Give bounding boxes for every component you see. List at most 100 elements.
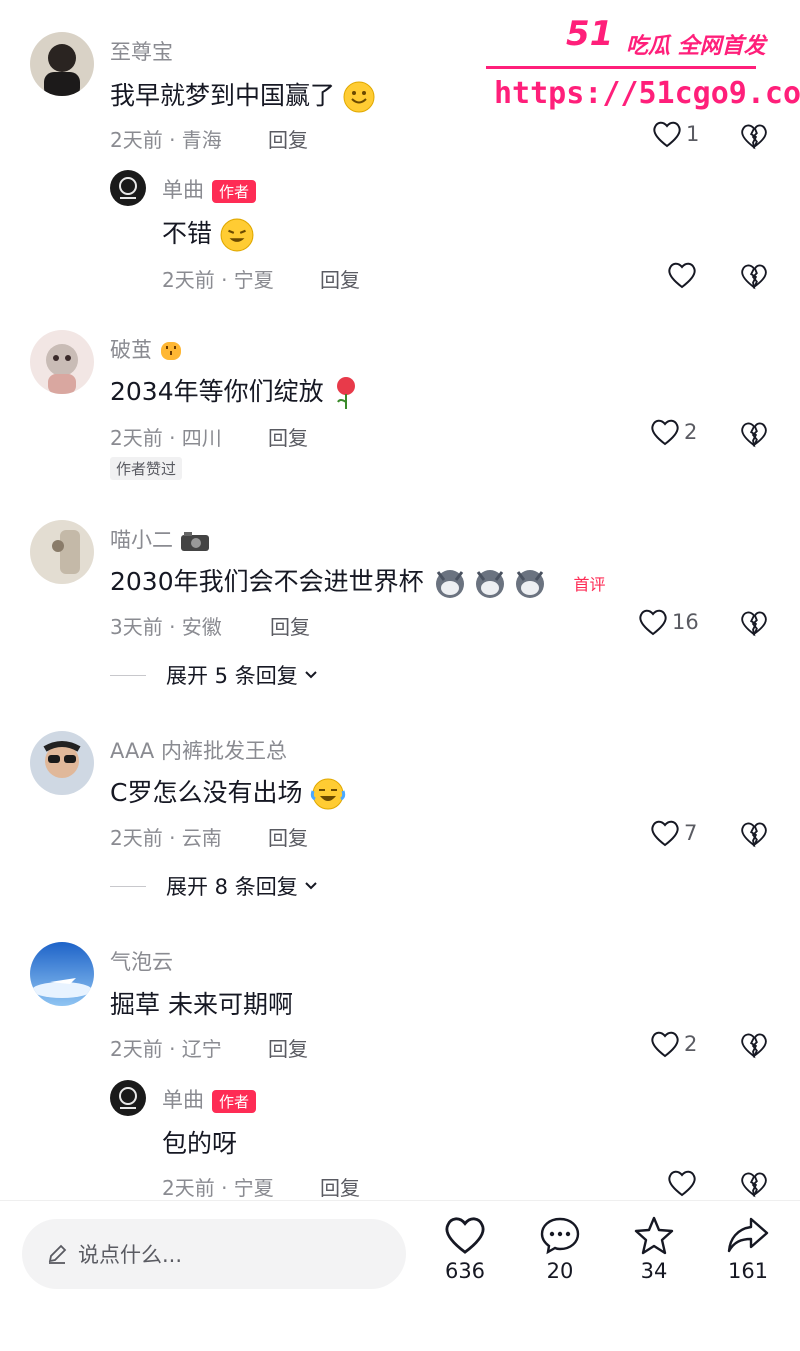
dislike-button[interactable] <box>740 262 768 294</box>
comment-username[interactable]: 喵小二 <box>110 528 173 552</box>
first-comment-tag: 首评 <box>573 575 606 594</box>
comment-username[interactable]: AAA 内裤批发王总 <box>110 735 287 765</box>
reply-username-row: 单曲 作者 <box>162 174 257 204</box>
bottom-action-bar: 说点什么... 636 20 34 161 <box>0 1200 800 1351</box>
watermark-divider <box>486 66 756 69</box>
like-button[interactable] <box>667 261 697 289</box>
comment-meta: 2天前 · 青海 <box>110 128 222 152</box>
comment-username-row: 破茧 <box>110 334 183 364</box>
heart-icon <box>651 419 679 446</box>
comment-text: 我早就梦到中国赢了 <box>110 76 375 113</box>
avatar[interactable] <box>110 1080 146 1116</box>
comment-username[interactable]: 至尊宝 <box>110 36 173 66</box>
avatar[interactable] <box>30 731 94 795</box>
comment-username[interactable]: 气泡云 <box>110 946 173 976</box>
star-icon <box>634 1216 674 1255</box>
reply-meta: 2天前 · 宁夏 <box>162 268 274 292</box>
comments-total-button[interactable]: 20 <box>520 1215 600 1283</box>
comment-meta: 2天前 · 辽宁 <box>110 1037 222 1061</box>
comment-text: 掘草 未来可期啊 <box>110 990 293 1019</box>
comment-username[interactable]: 破茧 <box>110 338 152 362</box>
watermark-url: https://51cgo9.com <box>494 76 800 111</box>
heart-icon <box>651 820 679 847</box>
heart-icon <box>653 121 681 148</box>
reply-button[interactable]: 回复 <box>320 264 360 293</box>
reply-username-row: 单曲 作者 <box>162 1084 257 1114</box>
expand-divider <box>110 674 146 676</box>
favorite-button[interactable]: 34 <box>614 1215 694 1283</box>
reply-username[interactable]: 单曲 <box>162 178 204 202</box>
author-badge: 作者 <box>212 1089 257 1113</box>
comment-meta: 3天前 · 安徽 <box>110 615 222 639</box>
heart-icon <box>445 1217 485 1254</box>
like-count: 2 <box>684 1032 698 1056</box>
heart-icon <box>668 262 696 289</box>
comments-total-count: 20 <box>546 1259 574 1283</box>
dislike-button[interactable] <box>740 609 768 641</box>
like-button[interactable]: 16 <box>638 608 699 636</box>
reply-button[interactable]: 回复 <box>268 124 308 153</box>
comment-input-placeholder: 说点什么... <box>78 1243 183 1267</box>
avatar[interactable] <box>30 330 94 394</box>
dog-emoji-icon <box>435 570 544 598</box>
reply-button[interactable]: 回复 <box>270 611 310 640</box>
share-button[interactable]: 161 <box>708 1215 788 1283</box>
smile-emoji-icon <box>343 81 375 113</box>
chat-bubble-icon <box>540 1217 580 1255</box>
broken-heart-icon <box>741 422 767 448</box>
comment-text: 2030年我们会不会进世界杯 首评 <box>110 562 606 600</box>
broken-heart-icon <box>741 611 767 637</box>
broken-heart-icon <box>741 822 767 848</box>
heart-icon <box>668 1170 696 1197</box>
tiger-emoji-icon <box>160 342 181 360</box>
grin-emoji-icon <box>220 218 254 252</box>
like-count: 2 <box>684 420 698 444</box>
reply-username[interactable]: 单曲 <box>162 1088 204 1112</box>
comment-text: 2034年等你们绽放 <box>110 372 360 410</box>
like-button[interactable]: 2 <box>650 1030 697 1058</box>
broken-heart-icon <box>741 1172 767 1198</box>
like-count: 7 <box>684 821 698 845</box>
author-liked-tag: 作者赞过 <box>110 457 183 480</box>
reply-button[interactable]: 回复 <box>320 1172 360 1201</box>
broken-heart-icon <box>741 124 767 150</box>
broken-heart-icon <box>741 264 767 290</box>
comment-meta: 2天前 · 四川 <box>110 426 222 450</box>
laugh-cry-emoji-icon <box>311 778 346 810</box>
avatar[interactable] <box>110 170 146 206</box>
dislike-button[interactable] <box>740 1170 768 1202</box>
heart-icon <box>651 1031 679 1058</box>
comment-meta: 2天前 · 云南 <box>110 826 222 850</box>
dislike-button[interactable] <box>740 122 768 154</box>
expand-replies-button[interactable]: 展开 8 条回复 <box>110 871 318 901</box>
like-count: 16 <box>672 610 699 634</box>
avatar[interactable] <box>30 520 94 584</box>
favorite-count: 34 <box>640 1259 668 1283</box>
watermark-logo: 51 <box>566 14 614 54</box>
reply-meta: 2天前 · 宁夏 <box>162 1176 274 1200</box>
like-total-count: 636 <box>444 1259 486 1283</box>
comment-username-row: 喵小二 <box>110 524 210 554</box>
like-total-button[interactable]: 636 <box>425 1215 505 1283</box>
avatar[interactable] <box>30 942 94 1006</box>
share-count: 161 <box>727 1259 769 1283</box>
like-button[interactable]: 7 <box>650 819 697 847</box>
reply-button[interactable]: 回复 <box>268 1033 308 1062</box>
like-button[interactable]: 2 <box>650 418 697 446</box>
reply-button[interactable]: 回复 <box>268 822 308 851</box>
chevron-down-icon <box>305 882 317 890</box>
broken-heart-icon <box>741 1033 767 1059</box>
comment-text: C罗怎么没有出场 <box>110 773 346 811</box>
like-button[interactable]: 1 <box>652 120 699 148</box>
expand-replies-button[interactable]: 展开 5 条回复 <box>110 660 318 690</box>
dislike-button[interactable] <box>740 820 768 852</box>
share-arrow-icon <box>727 1217 769 1253</box>
avatar[interactable] <box>30 32 94 96</box>
like-button[interactable] <box>667 1169 697 1197</box>
reply-button[interactable]: 回复 <box>268 422 308 451</box>
dislike-button[interactable] <box>740 420 768 452</box>
dislike-button[interactable] <box>740 1031 768 1063</box>
author-badge: 作者 <box>212 179 257 203</box>
comment-input[interactable]: 说点什么... <box>22 1219 406 1289</box>
watermark: 51 吃瓜 全网首发 https://51cgo9.com <box>486 10 800 120</box>
